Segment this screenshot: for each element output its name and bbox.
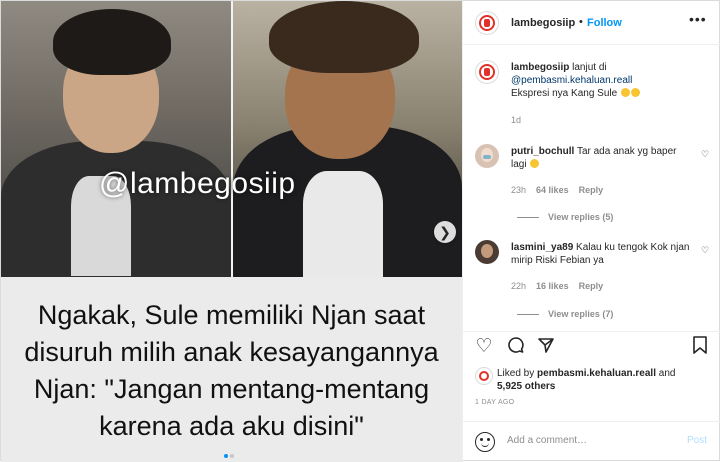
reply-button[interactable]: Reply <box>579 185 604 195</box>
likes-others[interactable]: 5,925 others <box>497 381 555 392</box>
caption-line: Njan: "Jangan mentang-mentang <box>33 374 430 404</box>
post-media[interactable]: @lambegosiip ❯ Ngakak, Sule memiliki Nja… <box>1 1 462 462</box>
carousel-dots <box>223 445 235 462</box>
send-icon[interactable] <box>535 336 557 358</box>
post-header: lambegosiip • Follow ••• <box>463 1 720 45</box>
comment-age: 22h <box>511 281 527 291</box>
comment-meta: 23h 64 likes Reply <box>511 185 603 195</box>
action-bar: ♡ <box>463 331 720 361</box>
comment-likes[interactable]: 16 likes <box>536 281 569 291</box>
comment-meta: 22h 16 likes Reply <box>511 281 603 291</box>
reply-line <box>517 217 539 218</box>
comment-age: 1d <box>511 115 522 125</box>
chevron-right-icon[interactable]: ❯ <box>434 221 456 243</box>
heart-icon[interactable]: ♡ <box>701 245 709 256</box>
caption-text: Ngakak, Sule memiliki Njan saat disuruh … <box>1 297 462 445</box>
reply-button[interactable]: Reply <box>579 281 604 291</box>
likes-conjunction: and <box>658 368 676 379</box>
bookmark-icon[interactable] <box>689 336 711 358</box>
photo-left <box>1 1 231 277</box>
likes-prefix: Liked by <box>497 368 535 379</box>
comment-age: 23h <box>511 185 527 195</box>
post-sidebar: lambegosiip • Follow ••• lambegosiip lan… <box>462 1 720 462</box>
photo-right <box>233 1 462 277</box>
avatar[interactable] <box>475 240 499 264</box>
comment-likes[interactable]: 64 likes <box>536 185 569 195</box>
comment-text: lanjut di <box>572 62 607 73</box>
comment-text: Ekspresi nya Kang Sule <box>511 88 618 99</box>
heart-icon[interactable]: ♡ <box>701 149 709 160</box>
liker-username[interactable]: pembasmi.kehaluan.reall <box>537 368 656 379</box>
caption-overlay: Ngakak, Sule memiliki Njan saat disuruh … <box>1 277 462 462</box>
comment: lasmini_ya89 Kalau ku tengok Kok njan mi… <box>511 241 696 267</box>
comments-list[interactable]: lambegosiip lanjut di @pembasmi.kehaluan… <box>463 45 720 331</box>
avatar[interactable] <box>475 144 499 168</box>
laughing-emoji-icon <box>620 88 630 97</box>
more-horizontal-icon[interactable]: ••• <box>689 11 707 27</box>
heart-icon[interactable]: ♡ <box>473 336 495 358</box>
watermark: @lambegosiip <box>99 167 296 200</box>
caption-line: Ngakak, Sule memiliki Njan saat <box>37 300 426 330</box>
view-replies-button[interactable]: View replies (5) <box>548 212 613 222</box>
carousel-dot <box>230 454 234 458</box>
caption-comment: lambegosiip lanjut di @pembasmi.kehaluan… <box>511 61 711 100</box>
avatar[interactable] <box>475 11 499 35</box>
header-username[interactable]: lambegosiip <box>511 17 575 29</box>
caption-line: disuruh milih anak kesayangannya <box>24 337 439 367</box>
post-timestamp[interactable]: 1 DAY AGO <box>475 399 514 406</box>
comment-username[interactable]: putri_bochull <box>511 146 574 157</box>
reply-line <box>517 314 539 315</box>
comment-input[interactable] <box>507 435 677 446</box>
smiley-icon[interactable] <box>475 432 495 452</box>
separator-dot: • <box>579 16 583 28</box>
mention-link[interactable]: @pembasmi.kehaluan.reall <box>511 75 632 86</box>
avatar[interactable] <box>475 60 499 84</box>
likes-text: Liked by pembasmi.kehaluan.reall and 5,9… <box>497 367 717 393</box>
avatar[interactable] <box>475 367 493 385</box>
view-replies-button[interactable]: View replies (7) <box>548 309 613 319</box>
comment-icon[interactable] <box>505 336 527 358</box>
add-comment-bar: Post <box>463 421 720 462</box>
carousel-dot-active <box>224 454 228 458</box>
post-window: @lambegosiip ❯ Ngakak, Sule memiliki Nja… <box>0 0 720 462</box>
likes-summary: Liked by pembasmi.kehaluan.reall and 5,9… <box>463 361 720 397</box>
laughing-emoji-icon <box>630 88 640 97</box>
comment-username[interactable]: lambegosiip <box>511 62 569 73</box>
laughing-emoji-icon <box>530 159 540 168</box>
comment: putri_bochull Tar ada anak yg baper lagi <box>511 145 691 171</box>
caption-line: karena ada aku disini" <box>99 411 364 441</box>
follow-button[interactable]: Follow <box>587 17 622 29</box>
post-button[interactable]: Post <box>687 435 707 446</box>
comment-username[interactable]: lasmini_ya89 <box>511 242 573 253</box>
